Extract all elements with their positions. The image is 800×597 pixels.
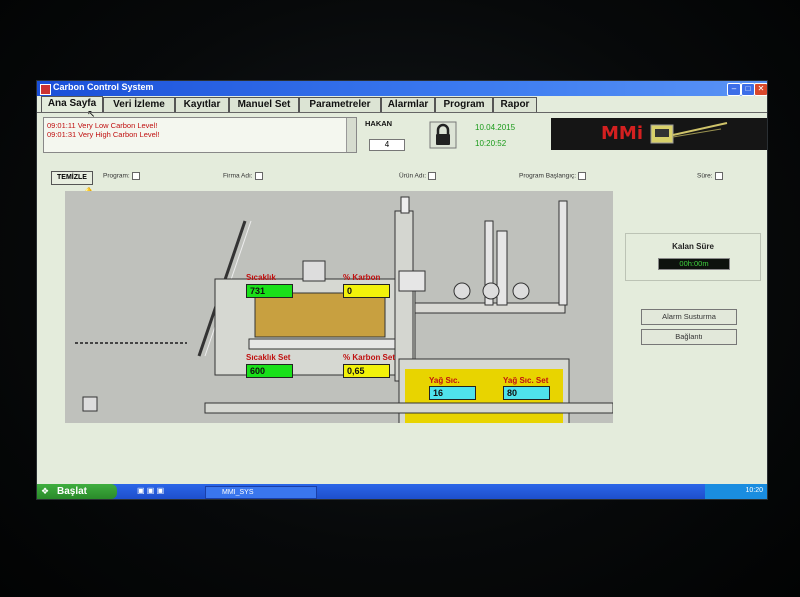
lock-icon[interactable] bbox=[429, 121, 457, 149]
windows-logo-icon: ❖ bbox=[41, 486, 50, 496]
oil-temp-set-label: Yağ Sıc. Set bbox=[503, 376, 549, 385]
minimize-button[interactable]: – bbox=[727, 83, 741, 96]
remaining-time-panel: Kalan Süre 00h:00m bbox=[625, 233, 761, 281]
app-icon bbox=[40, 84, 51, 95]
carbon-set-value[interactable]: 0,65 bbox=[343, 364, 390, 378]
tab-kayitlar[interactable]: Kayıtlar bbox=[175, 97, 229, 112]
firm-checkbox[interactable] bbox=[254, 172, 263, 180]
product-checkbox[interactable] bbox=[428, 172, 437, 180]
window-title: Carbon Control System bbox=[53, 82, 154, 92]
task-label: MMI_SYS bbox=[222, 489, 254, 496]
alarm-silence-button[interactable]: Alarm Susturma bbox=[641, 309, 737, 325]
datetime-box: 10.04.2015 10:20:52 bbox=[471, 119, 545, 153]
quick-launch-icons[interactable]: ▣ ▣ ▣ bbox=[137, 486, 164, 495]
tray-clock: 10:20 bbox=[745, 487, 763, 494]
temperature-set-value[interactable]: 600 bbox=[246, 364, 293, 378]
alarm-scrollbar[interactable] bbox=[346, 118, 356, 152]
user-name: HAKAN bbox=[365, 119, 393, 128]
oil-temp-label: Yağ Sıc. bbox=[429, 376, 460, 385]
current-date: 10.04.2015 bbox=[475, 123, 516, 132]
application-window: Carbon Control System – □ ✕ Ana Sayfa Ve… bbox=[36, 80, 768, 500]
carbon-value: 0 bbox=[343, 284, 390, 298]
logo-text: MMi bbox=[601, 123, 643, 144]
maximize-button[interactable]: □ bbox=[741, 83, 755, 96]
duration-filter[interactable]: Süre: bbox=[697, 172, 723, 180]
tab-alarmlar[interactable]: Alarmlar bbox=[381, 97, 435, 112]
firm-filter[interactable]: Firma Adı: bbox=[223, 172, 263, 180]
title-bar[interactable]: Carbon Control System – □ ✕ bbox=[37, 81, 767, 96]
user-level: 4 bbox=[369, 139, 405, 151]
product-filter[interactable]: Ürün Adı: bbox=[399, 172, 437, 180]
duration-label: Süre: bbox=[697, 172, 713, 180]
program-label: Program: bbox=[103, 172, 130, 180]
user-box: HAKAN 4 bbox=[365, 119, 409, 153]
carbon-set-label: % Karbon Set bbox=[343, 353, 396, 362]
oil-temp-set-value[interactable]: 80 bbox=[503, 386, 550, 400]
alarm-item: 09:01:11 Very Low Carbon Level! bbox=[47, 121, 158, 130]
tab-rapor[interactable]: Rapor bbox=[493, 97, 537, 112]
brand-logo: MMi bbox=[551, 118, 767, 150]
tab-parametreler[interactable]: Parametreler bbox=[299, 97, 381, 112]
current-time: 10:20:52 bbox=[475, 139, 507, 148]
alarm-item: 09:01:31 Very High Carbon Level! bbox=[47, 130, 160, 139]
alarm-list[interactable]: 09:01:11 Very Low Carbon Level! 09:01:31… bbox=[43, 117, 357, 153]
temperature-label: Sıcaklık bbox=[246, 273, 276, 282]
duration-checkbox[interactable] bbox=[714, 172, 723, 180]
oil-temp-value: 16 bbox=[429, 386, 476, 400]
program-filter[interactable]: Program: bbox=[103, 172, 140, 180]
controller-icon bbox=[650, 122, 728, 144]
remaining-time-value: 00h:00m bbox=[658, 258, 730, 270]
program-start-checkbox[interactable] bbox=[578, 172, 587, 180]
connection-button[interactable]: Bağlantı bbox=[641, 329, 737, 345]
clear-button[interactable]: TEMİZLE bbox=[51, 171, 93, 185]
product-label: Ürün Adı: bbox=[399, 172, 427, 180]
main-panel: 09:01:11 Very Low Carbon Level! 09:01:31… bbox=[37, 112, 767, 485]
temperature-value: 731 bbox=[246, 284, 293, 298]
program-checkbox[interactable] bbox=[131, 172, 140, 180]
program-start-filter[interactable]: Program Başlangıç: bbox=[519, 172, 587, 180]
taskbar-task-mmi[interactable]: MMI_SYS bbox=[205, 486, 317, 499]
tab-veri-izleme[interactable]: Veri İzleme bbox=[103, 97, 175, 112]
taskbar: Başlat ❖ ▣ ▣ ▣ MMI_SYS 10:20 bbox=[37, 484, 767, 499]
close-button[interactable]: ✕ bbox=[754, 83, 767, 96]
firm-label: Firma Adı: bbox=[223, 172, 253, 180]
tab-manuel-set[interactable]: Manuel Set bbox=[229, 97, 299, 112]
system-tray: 10:20 bbox=[705, 484, 767, 499]
temperature-set-label: Sıcaklık Set bbox=[246, 353, 291, 362]
program-start-label: Program Başlangıç: bbox=[519, 172, 577, 180]
remaining-time-label: Kalan Süre bbox=[672, 242, 714, 251]
tab-program[interactable]: Program bbox=[435, 97, 493, 112]
carbon-label: % Karbon bbox=[343, 273, 381, 282]
furnace-diagram: Sıcaklık 731 % Karbon 0 Sıcaklık Set 600… bbox=[65, 191, 613, 423]
